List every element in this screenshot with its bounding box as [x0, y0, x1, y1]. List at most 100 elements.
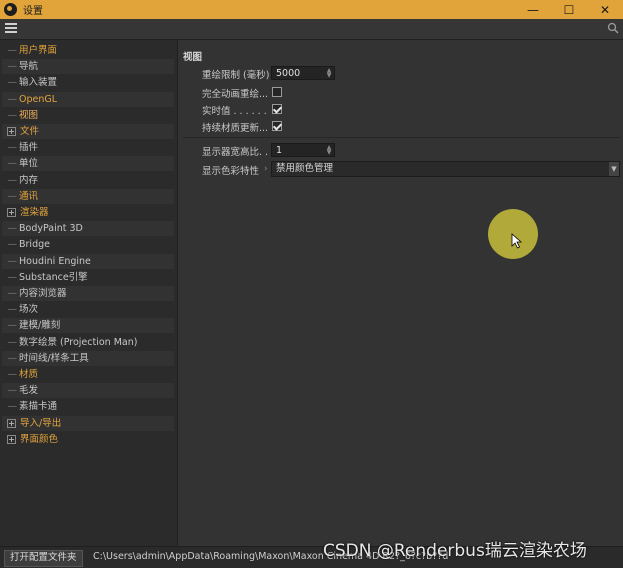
tree-line: —: [7, 320, 18, 332]
sidebar-item-label: 界面颜色: [20, 433, 59, 445]
sidebar-item-label: OpenGL: [19, 93, 58, 105]
tree-line: —: [7, 239, 18, 251]
cinema4d-app-icon: [4, 3, 17, 16]
aspect-ratio-stepper[interactable]: ▲ ▼: [326, 145, 332, 156]
mouse-cursor-icon: [511, 233, 523, 249]
sidebar-item-label: 场次: [19, 304, 39, 316]
sidebar-item[interactable]: — 场次: [2, 302, 174, 317]
chevron-down-icon[interactable]: ▼: [609, 162, 619, 176]
sidebar-item-label: 内存: [19, 174, 39, 186]
tree-line: —: [7, 385, 18, 397]
realtime-label: 实时值 . . . . . .: [202, 106, 267, 117]
sidebar-item[interactable]: — Bridge: [2, 237, 174, 252]
sidebar-item-label: 渲染器: [20, 207, 49, 218]
sidebar-item[interactable]: — 导航: [2, 59, 174, 75]
full-anim-redraw-checkbox[interactable]: [272, 87, 282, 97]
continuous-material-checkbox[interactable]: [272, 121, 282, 131]
sidebar-item[interactable]: — 单位: [2, 156, 174, 172]
color-profile-label: 显示色彩特性: [202, 166, 260, 177]
sidebar-item-label: 导入/导出: [20, 417, 62, 429]
sidebar-item[interactable]: — BodyPaint 3D: [2, 221, 174, 237]
window-title: 设置: [23, 6, 43, 17]
tree-line: —: [7, 109, 18, 121]
sidebar-item-label: 插件: [19, 142, 39, 154]
tree-line: —: [7, 255, 18, 267]
sidebar-item-label: Bridge: [19, 239, 50, 251]
sidebar-item-label: 素描卡通: [19, 401, 58, 413]
sidebar-item[interactable]: — 时间线/样条工具: [2, 350, 174, 366]
expand-icon[interactable]: [7, 208, 16, 217]
realtime-checkbox[interactable]: [272, 104, 282, 114]
sidebar-item-label: 毛发: [19, 385, 39, 397]
maximize-button[interactable]: ☐: [551, 0, 587, 19]
sidebar-item[interactable]: 渲染器: [2, 205, 174, 220]
divider: [183, 137, 620, 138]
sidebar-item-label: Substance引擎: [19, 271, 88, 283]
sidebar-item[interactable]: — Substance引擎: [2, 270, 174, 285]
search-icon[interactable]: [607, 22, 619, 34]
minimize-button[interactable]: —: [515, 0, 551, 19]
tree-line: —: [7, 61, 18, 73]
sidebar-item[interactable]: — 毛发: [2, 383, 174, 399]
tree-line: —: [7, 271, 18, 283]
sidebar-item[interactable]: — 通讯: [2, 188, 174, 204]
sidebar-item[interactable]: 界面颜色: [2, 432, 174, 447]
sidebar-item-label: 导航: [19, 61, 39, 73]
sidebar-item[interactable]: — 内存: [2, 173, 174, 188]
watermark: CSDN @Renderbus瑞云渲染农场: [323, 541, 587, 561]
toolbar: [0, 19, 623, 40]
tree-line: —: [7, 223, 18, 235]
close-button[interactable]: ✕: [587, 0, 623, 19]
expand-icon[interactable]: [7, 127, 16, 136]
expand-icon[interactable]: [7, 418, 16, 428]
sidebar-item-label: 文件: [20, 126, 40, 137]
tree-line: —: [7, 93, 18, 105]
open-config-folder-button[interactable]: 打开配置文件夹: [4, 550, 83, 567]
hamburger-menu-icon[interactable]: [5, 23, 17, 35]
window-controls: — ☐ ✕: [515, 0, 623, 19]
continuous-material-label: 持续材质更新...: [202, 123, 269, 134]
aspect-ratio-input[interactable]: 1 ▲ ▼: [271, 143, 335, 157]
sidebar-item[interactable]: — OpenGL: [2, 91, 174, 107]
tree-line: —: [7, 142, 18, 154]
tree-line: —: [7, 158, 18, 170]
sidebar-item[interactable]: — 输入装置: [2, 75, 174, 90]
sidebar-item[interactable]: — 插件: [2, 140, 174, 155]
sidebar-item[interactable]: 文件: [2, 124, 174, 139]
sidebar-item-label: 材质: [19, 369, 39, 380]
sidebar-item[interactable]: — 数字绘景 (Projection Man): [2, 335, 174, 350]
tree-line: —: [7, 336, 18, 348]
sidebar-item-label: 视图: [19, 109, 39, 121]
tree-line: —: [7, 45, 18, 56]
tree-line: —: [7, 304, 18, 316]
sidebar-item[interactable]: — 用户界面: [2, 43, 174, 58]
sidebar-item-label: 时间线/样条工具: [19, 352, 89, 364]
sidebar-item[interactable]: — 素描卡通: [2, 399, 174, 414]
full-anim-redraw-label: 完全动画重绘...: [202, 89, 269, 100]
tree-line: —: [7, 369, 18, 380]
sidebar-item-label: 通讯: [19, 190, 39, 202]
sidebar-item-label: Houdini Engine: [19, 255, 91, 267]
sidebar-item[interactable]: — 建模/雕刻: [2, 318, 174, 334]
sidebar-item-label: 输入装置: [19, 77, 58, 89]
sidebar-item[interactable]: 导入/导出: [2, 415, 174, 431]
tree-line: —: [7, 288, 18, 299]
expand-icon[interactable]: [7, 434, 16, 444]
settings-tree: — 用户界面 — 导航 — 输入装置 — OpenGL — 视图 文件 — 插件 — 单位 — 内存 — 通讯 渲染器…: [0, 40, 178, 546]
section-title: 视图: [183, 52, 203, 63]
sidebar-item-label: 建模/雕刻: [19, 320, 61, 332]
sidebar-item[interactable]: — Houdini Engine: [2, 253, 174, 269]
color-profile-dropdown[interactable]: 禁用颜色管理 ▼: [271, 161, 620, 177]
tree-line: —: [7, 190, 18, 202]
sidebar-item-label: 用户界面: [19, 45, 58, 56]
sidebar-item[interactable]: — 材质: [2, 367, 174, 382]
chevron-right-icon: ›: [264, 164, 268, 174]
tree-line: —: [7, 352, 18, 364]
tree-line: —: [7, 174, 18, 186]
sidebar-item[interactable]: — 视图: [2, 108, 174, 123]
title-bar: 设置 — ☐ ✕: [0, 0, 623, 19]
redraw-limit-stepper[interactable]: ▲ ▼: [326, 68, 332, 79]
redraw-limit-input[interactable]: 5000 ▲ ▼: [271, 66, 335, 80]
sidebar-item[interactable]: — 内容浏览器: [2, 286, 174, 301]
sidebar-item-label: 内容浏览器: [19, 288, 67, 299]
